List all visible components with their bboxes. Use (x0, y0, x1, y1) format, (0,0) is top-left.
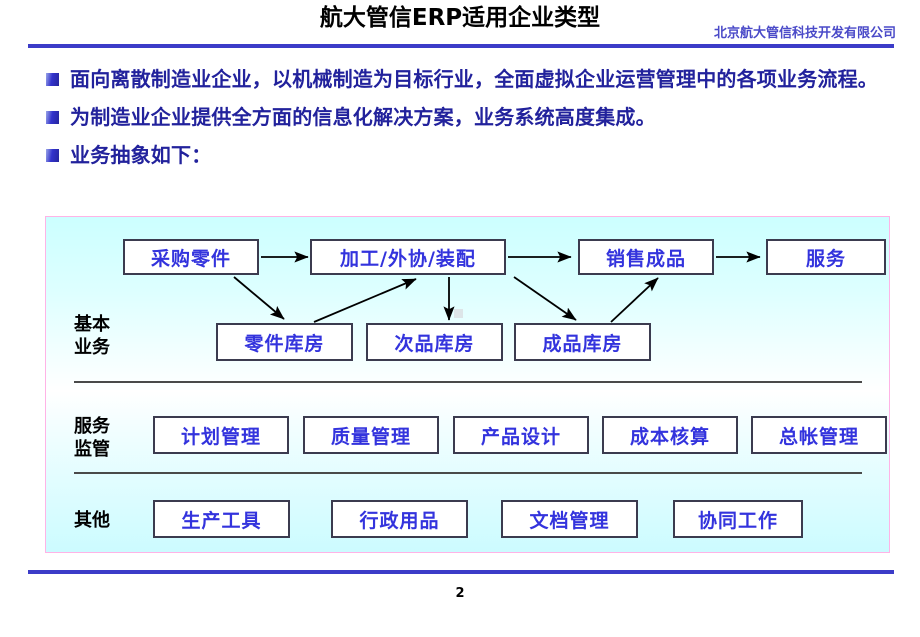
node-defect-warehouse[interactable]: 次品库房 (366, 323, 503, 361)
node-collaborative-work[interactable]: 协同工作 (673, 500, 803, 538)
node-product-design[interactable]: 产品设计 (453, 416, 589, 454)
bullet-list: 面向离散制造业企业，以机械制造为目标行业，全面虚拟企业运营管理中的各项业务流程。… (46, 66, 902, 180)
business-abstraction-diagram: 基本 业务 采购零件 加工/外协/装配 销售成品 服务 零件库房 次品库房 成品… (45, 216, 890, 553)
slide-header: 航大管信ERP适用企业类型 北京航大管信科技开发有限公司 (0, 0, 920, 48)
company-name: 北京航大管信科技开发有限公司 (713, 26, 896, 41)
bullet-item: 面向离散制造业企业，以机械制造为目标行业，全面虚拟企业运营管理中的各项业务流程。 (46, 66, 902, 93)
section-divider-2 (74, 472, 862, 474)
bullet-item: 业务抽象如下： (46, 142, 902, 169)
header-divider (28, 44, 894, 48)
node-parts-warehouse[interactable]: 零件库房 (216, 323, 353, 361)
square-bullet-icon (46, 73, 59, 86)
row-label-other: 其他 (74, 510, 110, 531)
section-divider-1 (74, 381, 862, 383)
node-cost-accounting[interactable]: 成本核算 (602, 416, 738, 454)
stray-artifact (454, 309, 463, 318)
bullet-item: 为制造业企业提供全方面的信息化解决方案，业务系统高度集成。 (46, 104, 902, 131)
node-ledger-management[interactable]: 总帐管理 (751, 416, 887, 454)
node-quality-management[interactable]: 质量管理 (303, 416, 439, 454)
node-production-tools[interactable]: 生产工具 (153, 500, 290, 538)
bullet-text: 面向离散制造业企业，以机械制造为目标行业，全面虚拟企业运营管理中的各项业务流程。 (70, 67, 878, 91)
page-number: 2 (455, 586, 465, 601)
row-label-service-supervision: 服务 监管 (74, 416, 110, 460)
square-bullet-icon (46, 149, 59, 162)
row-label-basic-business: 基本 业务 (74, 314, 110, 358)
bullet-text: 业务抽象如下： (70, 143, 212, 167)
square-bullet-icon (46, 111, 59, 124)
node-service[interactable]: 服务 (766, 239, 886, 275)
node-plan-management[interactable]: 计划管理 (153, 416, 289, 454)
node-admin-supplies[interactable]: 行政用品 (331, 500, 468, 538)
node-finished-warehouse[interactable]: 成品库房 (514, 323, 651, 361)
node-sell-products[interactable]: 销售成品 (578, 239, 714, 275)
bullet-text: 为制造业企业提供全方面的信息化解决方案，业务系统高度集成。 (70, 105, 656, 129)
footer-divider (28, 570, 894, 574)
node-process-outsource-assemble[interactable]: 加工/外协/装配 (310, 239, 506, 275)
node-document-management[interactable]: 文档管理 (501, 500, 638, 538)
node-purchase-parts[interactable]: 采购零件 (123, 239, 259, 275)
